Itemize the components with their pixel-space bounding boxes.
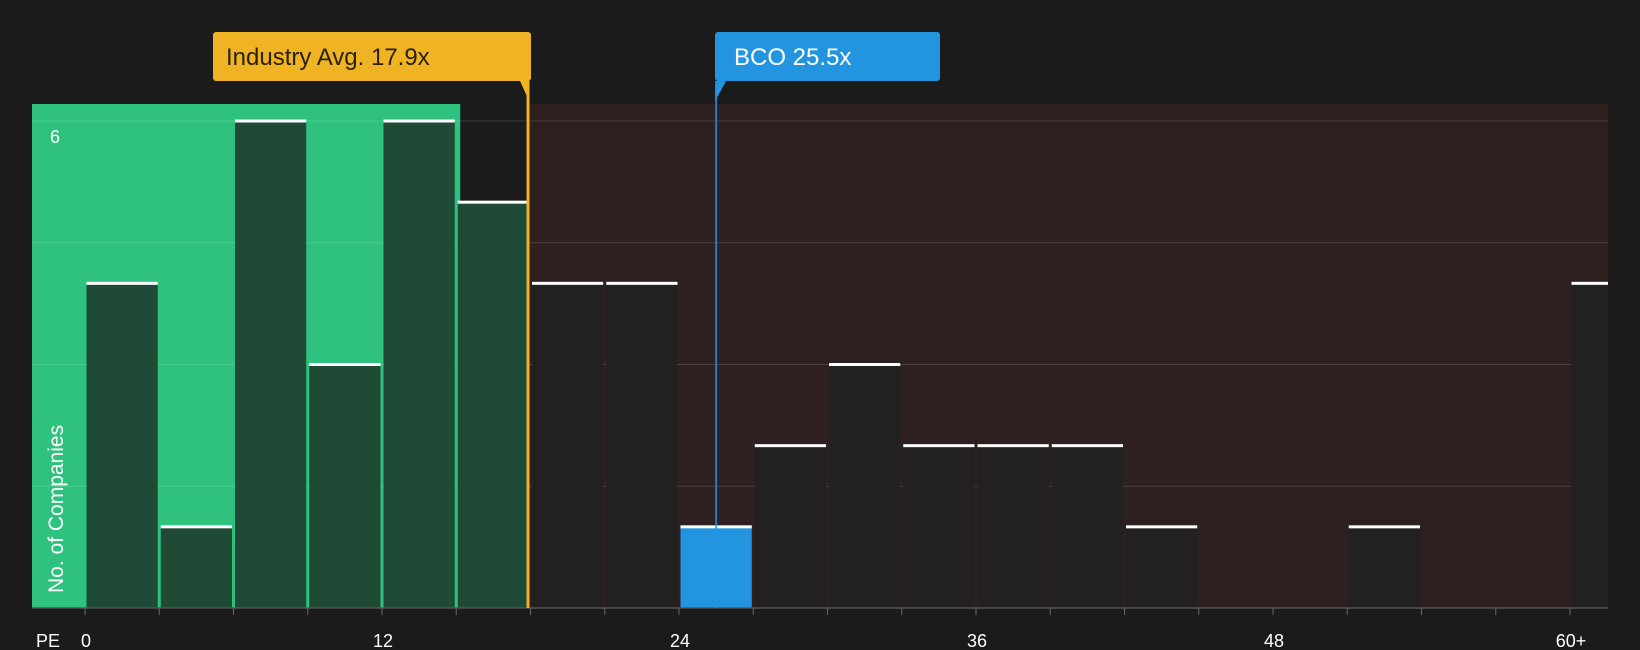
x-tick-label: 24 [670,631,690,650]
histogram-bar-top [383,119,455,123]
industry-avg-label: Industry Avg. 17.9x [226,44,430,71]
histogram-bar [235,121,307,608]
histogram-bar-top [977,444,1049,448]
x-tick-label: 48 [1264,631,1284,650]
histogram-bar [532,283,604,608]
histogram-bar-top [1571,281,1608,285]
company-label: BCO 25.5x [734,44,851,71]
histogram-bar [1348,526,1420,608]
histogram-bar [383,121,455,608]
histogram-bar-top [1348,525,1420,529]
x-tick-label: 12 [373,631,393,650]
histogram-bar-top [1051,444,1123,448]
histogram-bar [309,364,381,608]
histogram-bar [160,526,232,608]
x-axis-label: PE [36,631,60,650]
histogram-bar [86,283,158,608]
histogram-bar [1051,445,1123,608]
pe-histogram-chart: 0 12 24 36 48 60+ 6 No. of Companies PE Indus… [32,32,1608,650]
histogram-bar-top [160,525,232,529]
x-tick-label: 36 [967,631,987,650]
histogram-bar [606,283,678,608]
industry-avg-pointer [520,81,530,101]
histogram-bar-top [606,281,678,285]
x-tick-label: 60+ [1556,631,1587,650]
x-tick-label: 0 [81,631,91,650]
histogram-bar-top [1126,525,1198,529]
histogram-bar [829,364,901,608]
histogram-bar-top [457,200,529,204]
histogram-bar [1571,283,1608,608]
histogram-bar-top [86,281,158,285]
y-tick-label: 6 [50,127,60,147]
histogram-bar-top [235,119,307,123]
histogram-bar-top [532,281,604,285]
histogram-bar [903,445,975,608]
histogram-bar [457,202,529,608]
histogram-bar-top [829,363,901,366]
histogram-bar-top [903,444,975,448]
x-axis: 0 12 24 36 48 60+ [32,607,1608,650]
histogram-bar [1126,526,1198,608]
histogram-bar [977,445,1049,608]
y-axis-label: No. of Companies [45,425,68,593]
histogram-bar [754,445,826,608]
histogram-bar-top [754,444,826,448]
histogram-bar-top [309,363,381,366]
